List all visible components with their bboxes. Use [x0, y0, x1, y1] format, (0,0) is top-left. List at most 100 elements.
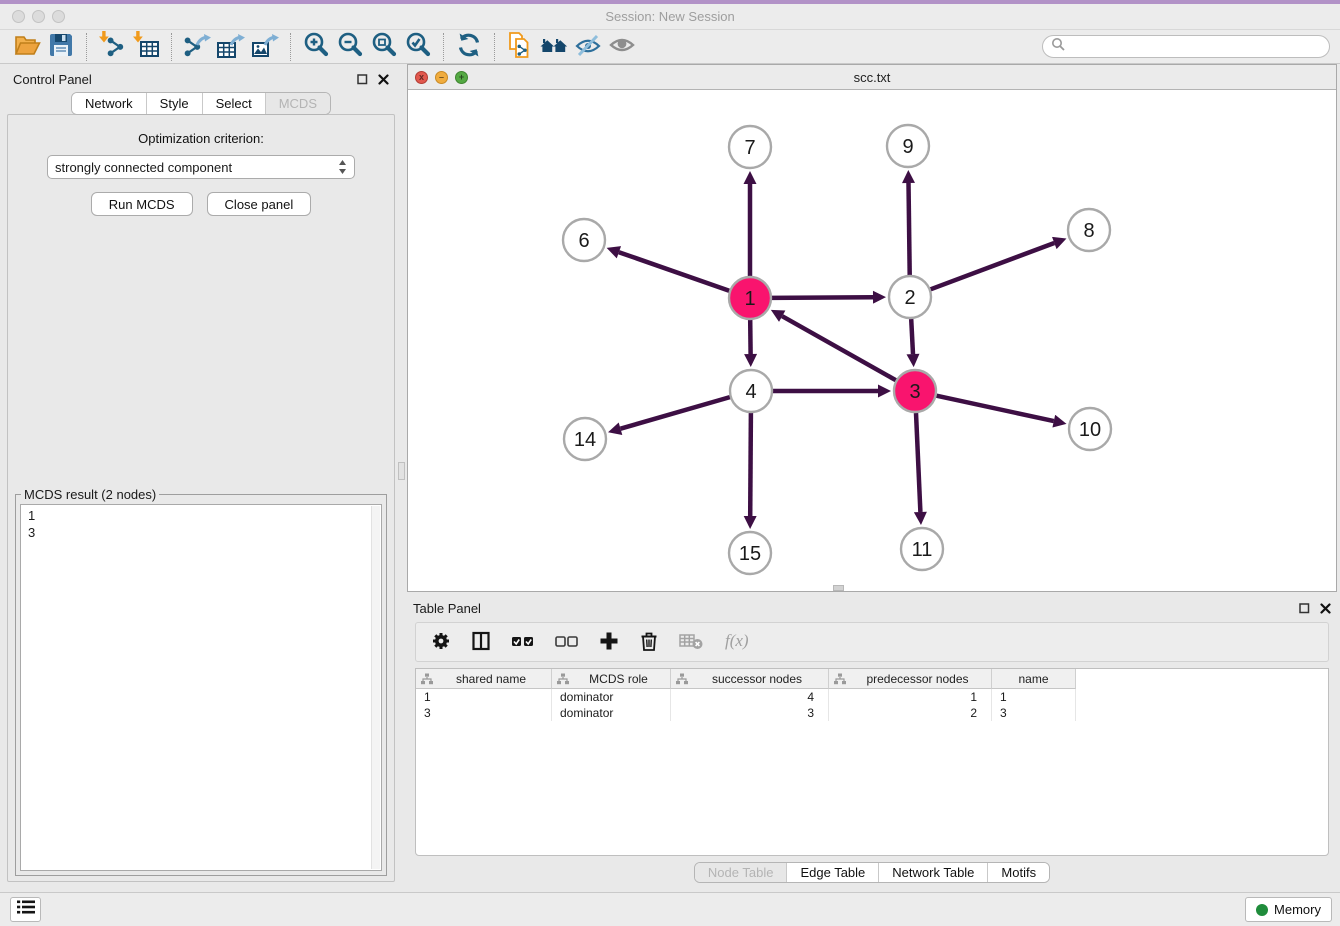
table-cell[interactable]: 4	[671, 689, 829, 705]
table-tab-network-table[interactable]: Network Table	[878, 863, 987, 882]
toolbar-separator	[443, 33, 444, 61]
column-header-predecessor-nodes[interactable]: predecessor nodes	[829, 669, 992, 689]
table-row[interactable]: 3dominator323	[416, 705, 1328, 721]
close-panel-icon[interactable]	[377, 73, 389, 85]
select-chevrons-icon	[338, 159, 347, 175]
table-cell[interactable]: 2	[829, 705, 992, 721]
graph-node-2[interactable]: 2	[889, 276, 931, 318]
column-header-mcds-role[interactable]: MCDS role	[552, 669, 671, 689]
memory-label: Memory	[1274, 902, 1321, 917]
export-image-button[interactable]	[248, 32, 282, 62]
close-panel-button[interactable]: Close panel	[207, 192, 312, 216]
graph-edge-1-2[interactable]	[772, 297, 873, 298]
table-tab-edge-table[interactable]: Edge Table	[786, 863, 878, 882]
float-table-panel-icon[interactable]	[1298, 602, 1310, 614]
table-cell[interactable]: dominator	[552, 705, 671, 721]
result-scrollbar[interactable]	[371, 506, 380, 869]
graph-node-8[interactable]: 8	[1068, 209, 1110, 251]
delete-column-button[interactable]	[638, 630, 660, 655]
table-cell[interactable]: 3	[671, 705, 829, 721]
export-table-button[interactable]	[214, 32, 248, 62]
float-panel-icon[interactable]	[356, 73, 368, 85]
deselect-all-rows-button[interactable]	[554, 630, 580, 655]
table-cell[interactable]: dominator	[552, 689, 671, 705]
criterion-select[interactable]: strongly connected component	[47, 155, 355, 179]
import-table-button[interactable]	[129, 32, 163, 62]
column-header-shared-name[interactable]: shared name	[416, 669, 552, 689]
search-icon	[1051, 37, 1065, 56]
window-titlebar: Session: New Session	[0, 4, 1340, 30]
tab-mcds[interactable]: MCDS	[265, 93, 330, 114]
import-network-button[interactable]	[95, 32, 129, 62]
tab-network[interactable]: Network	[72, 93, 146, 114]
tab-select[interactable]: Select	[202, 93, 265, 114]
show-all-button[interactable]	[605, 32, 639, 62]
open-file-button[interactable]	[10, 32, 44, 62]
export-image-icon	[251, 31, 279, 62]
table-settings-button[interactable]	[430, 630, 452, 655]
graph-edge-2-3[interactable]	[911, 319, 913, 354]
tab-style[interactable]: Style	[146, 93, 202, 114]
network-maximize-button[interactable]: +	[455, 71, 468, 84]
column-header-successor-nodes[interactable]: successor nodes	[671, 669, 829, 689]
select-all-rows-button[interactable]	[510, 630, 536, 655]
network-close-button[interactable]: x	[415, 71, 428, 84]
refresh-network-button[interactable]	[452, 32, 486, 62]
save-session-button[interactable]	[44, 32, 78, 62]
column-header-name[interactable]: name	[992, 669, 1076, 689]
graph-node-14[interactable]: 14	[564, 418, 606, 460]
hide-selected-button[interactable]	[571, 32, 605, 62]
table-cell[interactable]: 1	[829, 689, 992, 705]
graph-edge-2-8[interactable]	[931, 243, 1055, 289]
task-history-button[interactable]	[10, 897, 41, 922]
zoom-selected-button[interactable]	[401, 32, 435, 62]
table-cell[interactable]: 3	[992, 705, 1076, 721]
duplicate-network-button[interactable]	[503, 32, 537, 62]
graph-node-4[interactable]: 4	[730, 370, 772, 412]
zoom-fit-button[interactable]	[367, 32, 401, 62]
graph-node-10[interactable]: 10	[1069, 408, 1111, 450]
panel-splitter-handle[interactable]	[398, 462, 405, 480]
graph-edge-3-11[interactable]	[916, 413, 920, 512]
table-tab-node-table[interactable]: Node Table	[695, 863, 787, 882]
search-input[interactable]	[1070, 39, 1321, 54]
zoom-in-button[interactable]	[299, 32, 333, 62]
show-all-icon	[608, 31, 636, 62]
graph-edge-3-10[interactable]	[937, 396, 1054, 421]
graph-edge-1-6[interactable]	[619, 252, 729, 291]
home-view-button[interactable]	[537, 32, 571, 62]
optimization-label: Optimization criterion:	[138, 131, 264, 146]
graph-edge-4-15[interactable]	[750, 413, 751, 516]
network-minimize-button[interactable]: –	[435, 71, 448, 84]
graph-node-11[interactable]: 11	[901, 528, 943, 570]
run-mcds-button[interactable]: Run MCDS	[91, 192, 193, 216]
add-column-button[interactable]	[598, 630, 620, 655]
graph-node-3[interactable]: 3	[894, 370, 936, 412]
graph-edge-3-1[interactable]	[782, 316, 896, 380]
graph-node-6[interactable]: 6	[563, 219, 605, 261]
network-canvas[interactable]: 1 2 3 4 6 7 8 9 10 11 14 15	[408, 90, 1336, 591]
graph-edge-2-9[interactable]	[909, 183, 910, 275]
graph-node-9[interactable]: 9	[887, 125, 929, 167]
graph-node-7[interactable]: 7	[729, 126, 771, 168]
table-cell[interactable]: 1	[992, 689, 1076, 705]
zoom-out-button[interactable]	[333, 32, 367, 62]
graph-node-1[interactable]: 1	[729, 277, 771, 319]
mcds-result-text[interactable]: 13	[20, 504, 382, 871]
graph-edge-4-14[interactable]	[621, 397, 730, 429]
memory-button[interactable]: Memory	[1245, 897, 1332, 922]
zoom-fit-icon	[370, 31, 398, 62]
export-network-button[interactable]	[180, 32, 214, 62]
canvas-scrollbar-thumb[interactable]	[833, 585, 844, 591]
search-box[interactable]	[1042, 35, 1330, 58]
toggle-columns-button[interactable]	[470, 630, 492, 655]
graph-node-15[interactable]: 15	[729, 532, 771, 574]
table-tab-motifs[interactable]: Motifs	[987, 863, 1049, 882]
main-toolbar	[0, 30, 1340, 64]
network-graph: 1 2 3 4 6 7 8 9 10 11 14 15	[408, 90, 1336, 591]
table-cell[interactable]: 3	[416, 705, 552, 721]
close-table-panel-icon[interactable]	[1319, 602, 1331, 614]
graph-node-label: 7	[744, 137, 755, 159]
table-cell[interactable]: 1	[416, 689, 552, 705]
table-row[interactable]: 1dominator411	[416, 689, 1328, 705]
